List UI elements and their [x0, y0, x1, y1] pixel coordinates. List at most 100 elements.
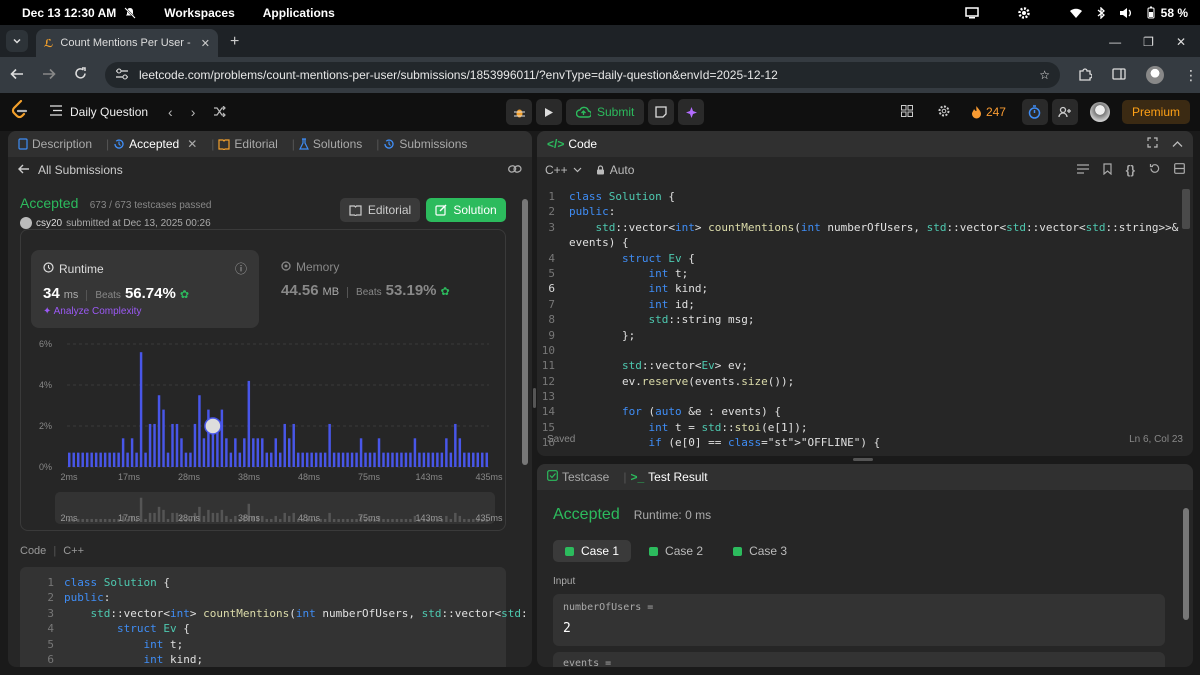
layout-icon[interactable]	[1174, 162, 1185, 178]
layout-grid-icon[interactable]	[900, 104, 913, 120]
new-tab-button[interactable]: +	[230, 33, 239, 51]
side-panel-icon[interactable]	[1112, 67, 1126, 83]
reset-icon[interactable]	[1149, 163, 1160, 178]
tab-testcase[interactable]: Testcase	[547, 470, 609, 484]
os-menu-applications[interactable]: Applications	[263, 6, 335, 20]
browser-menu-icon[interactable]: ⋮	[1184, 67, 1198, 84]
fullscreen-icon[interactable]	[1147, 137, 1158, 151]
code-line[interactable]: 13	[537, 389, 1193, 404]
add-friend-button[interactable]	[1051, 99, 1078, 125]
close-tab-icon[interactable]: ✕	[201, 37, 210, 50]
code-line[interactable]: 15 int t = std::stoi(e[1]);	[537, 420, 1193, 435]
close-tab-icon[interactable]: ✕	[187, 137, 197, 151]
premium-button[interactable]: Premium	[1121, 100, 1190, 124]
share-link-icon[interactable]	[508, 163, 522, 177]
tab-search-dropdown[interactable]	[6, 30, 28, 52]
code-line[interactable]: 11 std::vector<Ev> ev;	[537, 358, 1193, 373]
input-number-of-users[interactable]: numberOfUsers = 2	[553, 594, 1165, 646]
leetcode-logo-icon[interactable]	[10, 99, 38, 125]
debug-button[interactable]	[506, 99, 532, 125]
tab-solutions[interactable]: Solutions	[298, 137, 362, 151]
prev-problem-icon[interactable]: ‹	[168, 104, 173, 120]
code-line[interactable]: 1 class Solution {	[537, 189, 1193, 204]
submitted-code-block[interactable]: 1 class Solution {2 public: 3 std::vector<i…	[20, 567, 528, 667]
code-line[interactable]: 7 int id;	[537, 297, 1193, 312]
run-button[interactable]	[536, 99, 562, 125]
os-datetime[interactable]: Dec 13 12:30 AM	[22, 6, 116, 20]
code-line[interactable]: 3 std::vector<int> countMentions(int num…	[537, 220, 1193, 235]
code-line[interactable]: 6 int kind;	[537, 281, 1193, 296]
code-line[interactable]: 9 };	[537, 328, 1193, 343]
browser-toolbar: leetcode.com/problems/count-mentions-per…	[0, 57, 1200, 93]
problem-list-nav[interactable]: Daily Question	[50, 105, 148, 119]
site-info-icon[interactable]	[115, 68, 129, 83]
reload-icon[interactable]	[74, 67, 87, 83]
settings-icon[interactable]	[937, 104, 951, 121]
code-line[interactable]: 10	[537, 343, 1193, 358]
code-line[interactable]: 8 std::string msg;	[537, 312, 1193, 327]
tab-accepted[interactable]: Accepted ✕	[113, 137, 197, 151]
editorial-button[interactable]: Editorial	[340, 198, 420, 222]
notifications-muted-icon[interactable]	[124, 6, 136, 19]
ai-assist-button[interactable]	[678, 99, 705, 125]
distribution-bar	[121, 438, 125, 467]
tab-code[interactable]: </> Code	[547, 137, 597, 151]
settings-gear-icon[interactable]	[1017, 6, 1031, 20]
user-avatar-small[interactable]	[20, 217, 32, 229]
case-tab-3[interactable]: Case 3	[721, 540, 799, 562]
runtime-distribution-chart[interactable]: 6% 4% 2% 0% 2ms 17ms 28ms 38ms 48ms 75ms 143ms 435m…	[21, 230, 507, 532]
close-window-icon[interactable]: ✕	[1176, 35, 1186, 49]
all-submissions-link[interactable]: All Submissions	[8, 157, 532, 183]
tab-editorial[interactable]: Editorial	[218, 137, 278, 151]
address-bar[interactable]: leetcode.com/problems/count-mentions-per…	[105, 62, 1060, 88]
bookmark-star-icon[interactable]: ☆	[1039, 68, 1050, 82]
test-panel-scrollbar[interactable]	[1183, 508, 1189, 620]
braces-icon[interactable]: {}	[1126, 163, 1135, 178]
submit-button[interactable]: Submit	[566, 99, 645, 125]
tab-description[interactable]: Description	[18, 137, 92, 151]
back-arrow-icon[interactable]	[10, 68, 24, 83]
streak-counter[interactable]: 247	[971, 105, 1006, 119]
username[interactable]: csy20	[36, 218, 62, 229]
case-tab-1[interactable]: Case 1	[553, 540, 632, 562]
user-avatar[interactable]	[1089, 102, 1110, 122]
input-events[interactable]: events =	[553, 652, 1165, 667]
profile-avatar[interactable]	[1146, 66, 1164, 84]
panel-resize-handle[interactable]	[853, 458, 873, 461]
vertical-resize-handle[interactable]	[533, 388, 536, 408]
forward-arrow-icon[interactable]	[42, 68, 56, 83]
tab-submissions[interactable]: Submissions	[383, 137, 467, 151]
code-line[interactable]: 12 ev.reserve(events.size());	[537, 374, 1193, 389]
code-line[interactable]: 5 int t;	[537, 266, 1193, 281]
extensions-icon[interactable]	[1078, 67, 1093, 84]
wifi-icon[interactable]	[1069, 7, 1083, 19]
screen-icon[interactable]	[964, 6, 979, 19]
format-icon[interactable]	[1076, 163, 1089, 178]
bluetooth-icon[interactable]	[1097, 6, 1105, 19]
left-panel-scrollbar[interactable]	[522, 199, 528, 665]
code-line[interactable]: 4 struct Ev {	[537, 251, 1193, 266]
collapse-chevron-icon[interactable]	[1172, 137, 1183, 151]
volume-icon[interactable]	[1119, 7, 1133, 19]
timer-button[interactable]	[1021, 99, 1048, 125]
code-line[interactable]: events) {	[537, 235, 1193, 250]
auto-mode-toggle[interactable]: Auto	[596, 163, 634, 177]
bookmark-icon[interactable]	[1103, 162, 1112, 178]
x-tick-label: 435ms	[475, 472, 503, 482]
browser-tab-leetcode[interactable]: ℒ Count Mentions Per User - Le ✕	[36, 29, 218, 57]
tab-test-result[interactable]: >_ Test Result	[630, 470, 707, 484]
os-menu-workspaces[interactable]: Workspaces	[164, 6, 234, 20]
battery-icon[interactable]	[1147, 6, 1155, 19]
language-select[interactable]: C++	[545, 163, 582, 177]
solution-button[interactable]: Solution	[426, 198, 506, 222]
code-editor[interactable]: 1 class Solution {2 public: 3 std::vector<i…	[537, 187, 1193, 449]
editor-scrollbar[interactable]	[1182, 189, 1190, 229]
case-tab-2[interactable]: Case 2	[637, 540, 715, 562]
code-line[interactable]: 14 for (auto &e : events) {	[537, 404, 1193, 419]
shuffle-icon[interactable]	[213, 104, 227, 120]
code-line[interactable]: 2 public:	[537, 204, 1193, 219]
restore-window-icon[interactable]: ❐	[1143, 35, 1154, 49]
next-problem-icon[interactable]: ›	[191, 104, 196, 120]
notes-button[interactable]	[648, 99, 675, 125]
minimize-icon[interactable]: —	[1109, 35, 1121, 49]
